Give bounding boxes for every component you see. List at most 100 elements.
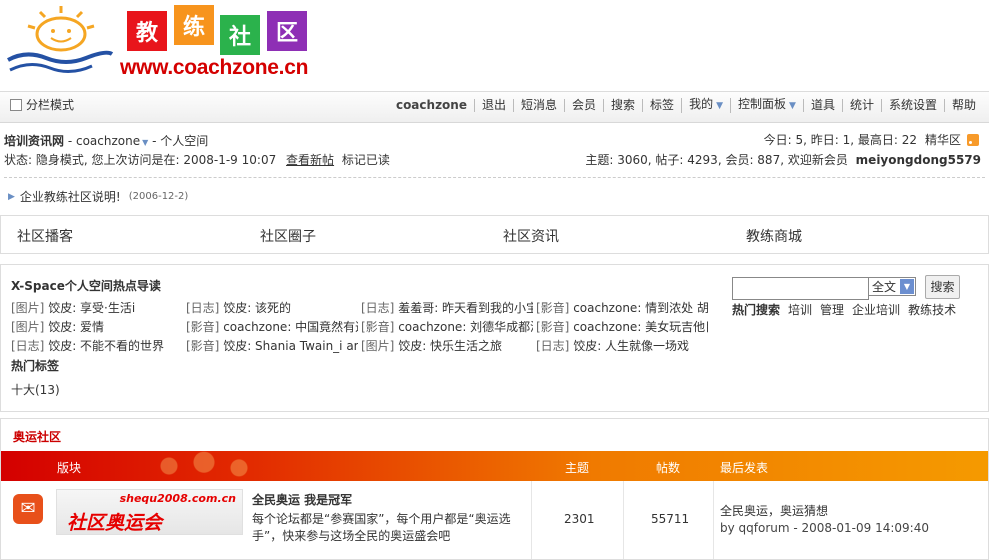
split-mode-toggle[interactable]: 分栏模式: [10, 96, 74, 113]
logo-char-4: 区: [267, 11, 307, 51]
xspace-item[interactable]: [日志] 饺皮: 不能不看的世界: [11, 337, 183, 354]
mark-read-link[interactable]: 标记已读: [342, 153, 390, 167]
menu-search[interactable]: 搜索: [603, 99, 642, 112]
menu-username[interactable]: coachzone: [389, 99, 474, 112]
digest-link[interactable]: 精华区: [925, 131, 961, 148]
header-topics: 主题: [565, 461, 590, 475]
hot-tag-link[interactable]: 十大(13): [11, 381, 60, 398]
view-new-posts-link[interactable]: 查看新帖: [286, 153, 334, 167]
logo-char-3: 社: [220, 15, 260, 55]
xspace-panel: X-Space个人空间热点导读 [图片] 饺皮: 享受·生活i [日志] 饺皮:…: [0, 264, 989, 412]
xspace-item[interactable]: [影音] coachzone: 情到浓处 胡: [536, 299, 708, 316]
menu-help[interactable]: 帮助: [943, 99, 983, 112]
item-text: 饺皮: 快乐生活之旅: [394, 339, 503, 353]
hot-search-link[interactable]: 管理: [820, 301, 844, 318]
breadcrumb: 培训资讯网 - coachzone ▼ - 个人空间: [4, 132, 208, 149]
xspace-item[interactable]: [影音] coachzone: 刘德华成都演: [361, 318, 533, 335]
hot-search-link[interactable]: 教练技术: [908, 301, 956, 318]
item-tag: [图片]: [361, 339, 395, 353]
xspace-row: [图片] 饺皮: 享受·生活i [日志] 饺皮: 该死的 [日志] 羞羞哥: 昨…: [11, 299, 711, 318]
site-url: www.coachzone.cn: [120, 56, 309, 79]
item-text: coachzone: 刘德华成都演: [394, 320, 533, 334]
section-tabs: 社区播客 社区圈子 社区资讯 教练商城: [0, 215, 989, 254]
forum-stats: 主题: 3060, 帖子: 4293, 会员: 887, 欢迎新会员 meiyo…: [585, 151, 981, 168]
menu-items: coachzone 退出 短消息 会员 搜索 标签 我的 ▼ 控制面板 ▼ 道具 统…: [389, 98, 983, 113]
xspace-item[interactable]: [日志] 饺皮: 该死的: [186, 299, 358, 316]
menu-messages[interactable]: 短消息: [513, 99, 564, 112]
forum-topics-count: 2301: [564, 512, 595, 526]
announcement-title[interactable]: 企业教练社区说明!: [20, 188, 121, 205]
menu-control-panel[interactable]: 控制面板 ▼: [730, 98, 803, 113]
banner-title: 社区奥运会: [67, 512, 163, 534]
item-tag: [日志]: [11, 339, 45, 353]
xspace-item[interactable]: [图片] 饺皮: 享受·生活i: [11, 299, 183, 316]
new-member-link[interactable]: meiyongdong5579: [856, 153, 981, 167]
last-post-meta: by qqforum - 2008-01-09 14:09:40: [720, 521, 929, 535]
item-text: coachzone: 情到浓处 胡: [569, 301, 708, 315]
checkbox-icon[interactable]: [10, 98, 22, 111]
hot-search-link[interactable]: 企业培训: [852, 301, 900, 318]
announcement: ▶ 企业教练社区说明! (2006-12-2): [8, 188, 188, 205]
search-button[interactable]: 搜索: [925, 275, 960, 299]
xspace-row: [日志] 饺皮: 不能不看的世界 [影音] 饺皮: Shania Twain_i…: [11, 337, 711, 356]
item-text: 饺皮: 该死的: [219, 301, 292, 315]
item-text: 羞羞哥: 昨天看到我的小宝: [394, 301, 533, 315]
forum-stats-text: 主题: 3060, 帖子: 4293, 会员: 887, 欢迎新会员: [585, 153, 848, 167]
breadcrumb-user[interactable]: coachzone: [76, 134, 140, 148]
breadcrumb-site[interactable]: 培训资讯网: [4, 134, 64, 148]
forum-status-icon: ✉: [13, 494, 43, 524]
xspace-item[interactable]: [影音] coachzone: 中国竟然有这: [186, 318, 358, 335]
hot-search-label: 热门搜索: [732, 303, 781, 317]
last-post-title[interactable]: 全民奥运，奥运猜想: [720, 502, 828, 519]
item-tag: [图片]: [11, 301, 45, 315]
menu-items-tools[interactable]: 道具: [802, 99, 842, 112]
search-input[interactable]: [732, 277, 869, 300]
xspace-item[interactable]: [图片] 饺皮: 快乐生活之旅: [361, 337, 533, 354]
menu-logout[interactable]: 退出: [473, 99, 513, 112]
forum-banner[interactable]: shequ2008.com.cn 社区奥运会: [56, 489, 243, 535]
xspace-item[interactable]: [日志] 饺皮: 人生就像一场戏: [536, 337, 708, 354]
decorative-swirl: [141, 451, 281, 481]
chevron-down-icon[interactable]: ▼: [716, 101, 723, 111]
xspace-item[interactable]: [影音] 饺皮: Shania Twain_i am: [186, 337, 358, 354]
header-board: 版块: [57, 461, 82, 475]
menu-settings[interactable]: 系统设置: [880, 99, 944, 112]
user-status: 状态: 隐身模式, 您上次访问是在: 2008-1-9 10:07 查看新帖 标…: [4, 151, 390, 168]
column-divider: [623, 481, 624, 559]
chevron-down-icon[interactable]: ▼: [900, 279, 914, 294]
item-tag: [影音]: [186, 339, 220, 353]
header-posts: 帖数: [656, 461, 681, 475]
menu-my[interactable]: 我的 ▼: [681, 98, 730, 113]
hot-search-link[interactable]: 培训: [788, 301, 812, 318]
forum-row: ✉ shequ2008.com.cn 社区奥运会 全民奥运 我是冠军 每个论坛都…: [1, 481, 988, 559]
forum-table-header: 版块 主题 帖数 最后发表: [1, 451, 988, 481]
category-title[interactable]: 奥运社区: [13, 428, 61, 445]
site-logo[interactable]: 教 练 社 区 www.coachzone.cn: [0, 0, 330, 90]
xspace-item[interactable]: [日志] 羞羞哥: 昨天看到我的小宝: [361, 299, 533, 316]
triangle-right-icon: ▶: [8, 191, 15, 202]
tab-podcast[interactable]: 社区播客: [17, 226, 73, 246]
column-divider: [713, 481, 714, 559]
item-text: coachzone: 美女玩吉他目: [569, 320, 708, 334]
item-text: 饺皮: 人生就像一场戏: [569, 339, 690, 353]
xspace-item[interactable]: [影音] coachzone: 美女玩吉他目: [536, 318, 708, 335]
daily-stats: 今日: 5, 昨日: 1, 最高日: 22 精华区: [764, 131, 979, 148]
logo-char-2: 练: [174, 5, 214, 45]
item-text: coachzone: 中国竟然有这: [219, 320, 358, 334]
item-tag: [影音]: [361, 320, 395, 334]
menu-tags[interactable]: 标签: [642, 99, 681, 112]
forum-name[interactable]: 全民奥运 我是冠军: [252, 491, 352, 508]
divider: [4, 177, 985, 178]
tab-shop[interactable]: 教练商城: [746, 226, 802, 246]
tab-news[interactable]: 社区资讯: [503, 226, 559, 246]
item-tag: [影音]: [186, 320, 220, 334]
daily-stats-text: 今日: 5, 昨日: 1, 最高日: 22: [763, 133, 917, 147]
chevron-down-icon[interactable]: ▼: [789, 101, 796, 111]
rss-icon[interactable]: [967, 133, 979, 146]
menu-stats[interactable]: 统计: [841, 99, 881, 112]
item-tag: [日志]: [186, 301, 220, 315]
xspace-item[interactable]: [图片] 饺皮: 爱情: [11, 318, 183, 335]
tab-circles[interactable]: 社区圈子: [260, 226, 316, 246]
menu-members[interactable]: 会员: [564, 99, 603, 112]
search-scope-select[interactable]: 全文 ▼: [868, 277, 916, 296]
